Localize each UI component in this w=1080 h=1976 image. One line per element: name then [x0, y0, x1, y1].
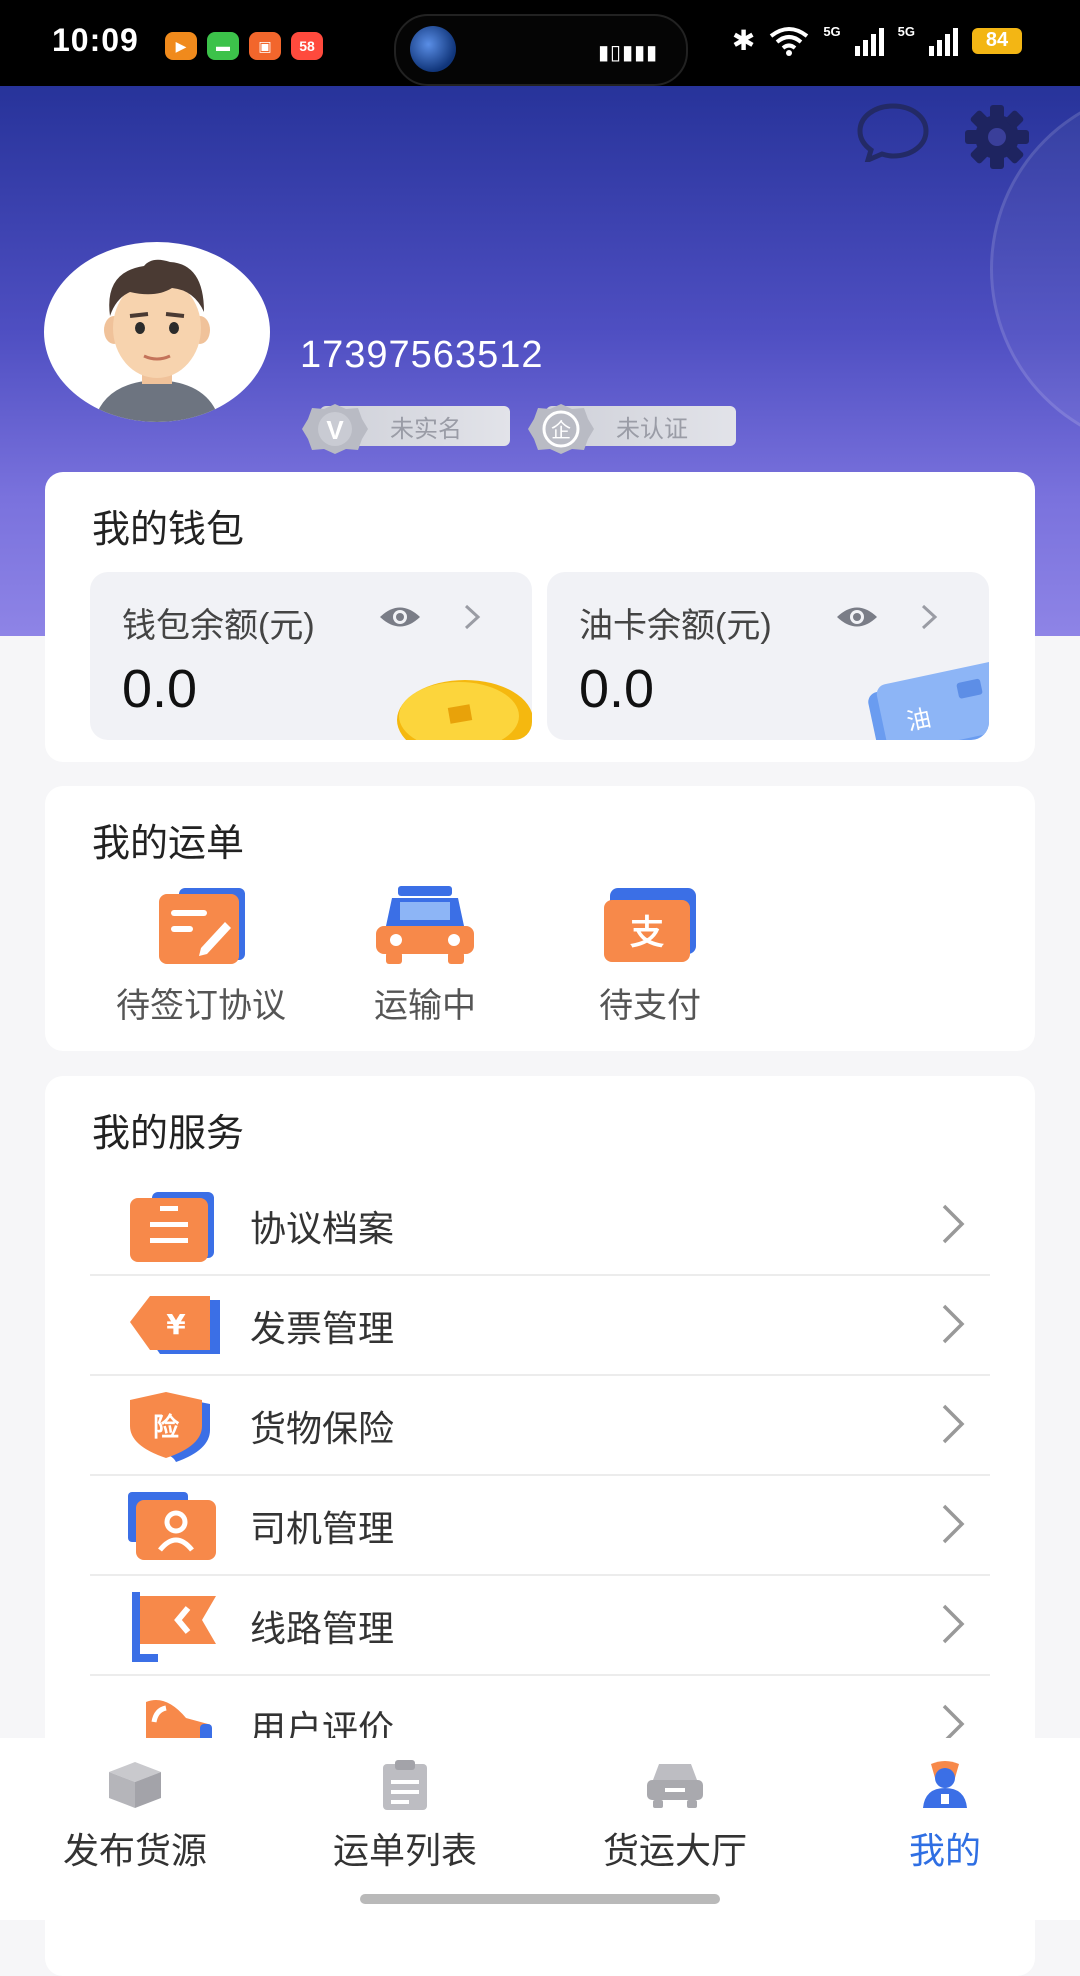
- avatar-illustration: [94, 259, 220, 422]
- order-pending-payment[interactable]: 支 待支付: [550, 886, 750, 1027]
- audio-wave-icon: ▮▯▮▮▮: [597, 42, 658, 64]
- service-agreement-archive[interactable]: 协议档案: [90, 1174, 990, 1276]
- enterprise-icon: 企: [528, 404, 594, 454]
- status-bar: 10:09 ▶ ▬ ▣ 58 ▮▯▮▮▮ ✱ 5G 5G 84: [0, 0, 1080, 86]
- messages-app-icon: ▬: [207, 32, 239, 60]
- services-title: 我的服务: [92, 1113, 245, 1155]
- order-label: 待签订协议: [116, 987, 286, 1025]
- tab-label: 货运大厅: [602, 1830, 747, 1871]
- truck-icon: [376, 886, 474, 964]
- notification-icons: ▶ ▬ ▣ 58: [165, 32, 323, 60]
- wifi-icon: [770, 26, 809, 56]
- wallet-balance-value: 0.0: [122, 659, 198, 719]
- service-route-management[interactable]: 线路管理: [90, 1574, 990, 1676]
- tab-label: 我的: [908, 1830, 981, 1871]
- insurance-shield-icon: 险: [130, 1392, 210, 1462]
- dynamic-island: ▮▯▮▮▮: [394, 14, 688, 86]
- archive-icon: [130, 1192, 214, 1262]
- settings-gear-icon[interactable]: [960, 104, 1034, 170]
- svg-text:支: 支: [630, 913, 664, 953]
- order-in-transit[interactable]: 运输中: [325, 886, 525, 1027]
- tab-publish-cargo[interactable]: 发布货源: [35, 1760, 235, 1874]
- shopping-app-icon: ▣: [249, 32, 281, 60]
- fuel-card-icon: 油: [868, 661, 989, 740]
- avatar[interactable]: [44, 242, 270, 422]
- verified-v-icon: V: [302, 404, 368, 454]
- tab-freight-hall[interactable]: 货运大厅: [575, 1760, 775, 1874]
- clipboard-list-icon: [383, 1760, 427, 1810]
- service-invoice-management[interactable]: ¥ 发票管理: [90, 1274, 990, 1376]
- eye-icon[interactable]: [378, 602, 422, 632]
- fuel-card-balance-label: 油卡余额(元): [579, 607, 772, 645]
- network-type-2: 5G: [897, 24, 915, 39]
- tab-label: 运单列表: [332, 1830, 477, 1871]
- svg-text:¥: ¥: [166, 1308, 186, 1341]
- order-label: 待支付: [599, 987, 701, 1025]
- orders-title: 我的运单: [92, 823, 245, 865]
- route-flag-icon: [132, 1592, 216, 1662]
- service-label: 线路管理: [250, 1608, 395, 1649]
- app-58-icon: 58: [291, 32, 323, 60]
- battery-icon: 84: [972, 27, 1022, 54]
- gold-coin-icon: [397, 680, 532, 740]
- status-time: 10:09: [52, 22, 139, 58]
- user-phone-number: 17397563512: [300, 334, 544, 376]
- eye-icon[interactable]: [835, 602, 879, 632]
- tab-label: 发布货源: [62, 1830, 207, 1871]
- bluetooth-icon: ✱: [731, 25, 756, 56]
- chevron-right-icon: [942, 1604, 965, 1644]
- chevron-right-icon: [942, 1504, 965, 1544]
- fuel-card-balance-value: 0.0: [579, 659, 655, 719]
- service-driver-management[interactable]: 司机管理: [90, 1474, 990, 1576]
- my-orders-card: 我的运单 待签订协议 运输中 支 待支付: [45, 786, 1035, 1051]
- service-label: 协议档案: [250, 1208, 395, 1249]
- home-indicator[interactable]: [360, 1894, 720, 1904]
- globe-icon: [410, 26, 456, 72]
- message-icon[interactable]: [856, 102, 930, 162]
- svg-text:V: V: [326, 415, 344, 445]
- user-profile-icon: [923, 1761, 967, 1808]
- wallet-balance-box[interactable]: 钱包余额(元) 0.0: [90, 572, 532, 740]
- service-label: 货物保险: [250, 1408, 395, 1449]
- wallet-card: 我的钱包 钱包余额(元) 0.0 油卡余额(元) 0.0 油: [45, 472, 1035, 762]
- chevron-right-icon: [942, 1204, 965, 1244]
- tab-mine[interactable]: 我的: [845, 1760, 1045, 1874]
- order-pending-agreement[interactable]: 待签订协议: [101, 886, 301, 1027]
- company-auth-badge[interactable]: 未认证 企: [526, 402, 738, 454]
- chevron-right-icon: [464, 604, 481, 630]
- service-label: 发票管理: [250, 1308, 395, 1349]
- fuel-card-balance-box[interactable]: 油卡余额(元) 0.0 油: [547, 572, 989, 740]
- bottom-tab-bar: 发布货源 运单列表 货运大厅 我的: [0, 1738, 1080, 1920]
- wallet-title: 我的钱包: [92, 509, 245, 551]
- chevron-right-icon: [942, 1404, 965, 1444]
- driver-icon: [128, 1492, 216, 1560]
- chevron-right-icon: [942, 1304, 965, 1344]
- sign-document-icon: [159, 888, 245, 964]
- wallet-balance-label: 钱包余额(元): [122, 607, 315, 645]
- real-name-badge[interactable]: 未实名 V: [300, 402, 512, 454]
- tab-order-list[interactable]: 运单列表: [305, 1760, 505, 1874]
- service-cargo-insurance[interactable]: 险 货物保险: [90, 1374, 990, 1476]
- service-label: 司机管理: [250, 1508, 395, 1549]
- video-app-icon: ▶: [165, 32, 197, 60]
- freight-truck-icon: [647, 1764, 703, 1808]
- package-box-icon: [109, 1762, 161, 1808]
- svg-text:险: 险: [153, 1412, 180, 1443]
- signal-icon: [929, 26, 958, 56]
- order-label: 运输中: [374, 987, 476, 1025]
- svg-text:企: 企: [551, 418, 571, 442]
- payment-icon: 支: [604, 888, 696, 962]
- status-indicators: ✱ 5G 5G 84: [732, 24, 1022, 57]
- invoice-icon: ¥: [130, 1296, 220, 1354]
- signal-icon: [854, 26, 884, 56]
- chevron-right-icon: [921, 604, 938, 630]
- network-type-1: 5G: [823, 24, 841, 39]
